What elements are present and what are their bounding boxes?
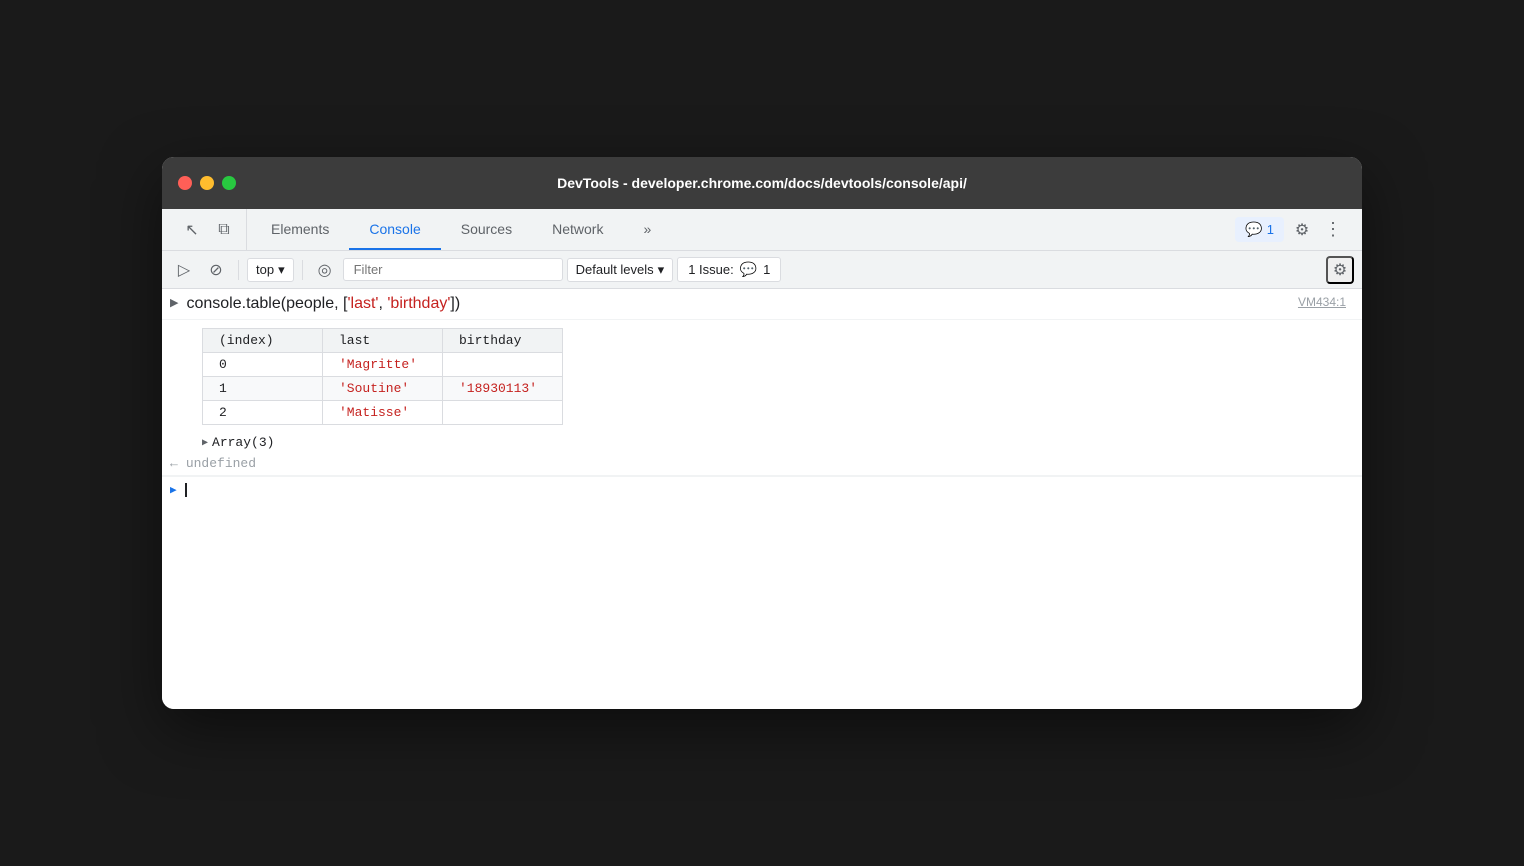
array-summary: ▶ Array(3) xyxy=(162,433,1362,452)
array-label: Array(3) xyxy=(212,435,274,450)
cell-birthday-0 xyxy=(443,353,563,377)
toolbar-divider xyxy=(238,260,239,280)
tab-elements[interactable]: Elements xyxy=(251,209,349,250)
tabs-right: 💬 1 ⚙ ⋮ xyxy=(1227,209,1354,250)
toolbar-divider-2 xyxy=(302,260,303,280)
settings-icon-btn[interactable]: ⚙ xyxy=(1288,216,1316,244)
cell-birthday-2 xyxy=(443,401,563,425)
cell-index-1: 1 xyxy=(203,377,323,401)
tab-console[interactable]: Console xyxy=(349,209,440,250)
table-row: 1 'Soutine' '18930113' xyxy=(203,377,563,401)
gear-icon: ⚙ xyxy=(1295,220,1309,240)
layers-icon-btn[interactable]: ⧉ xyxy=(210,216,238,244)
console-command-text: console.table(people, ['last', 'birthday… xyxy=(186,295,460,313)
eye-icon: ◎ xyxy=(318,260,332,280)
col-header-last: last xyxy=(323,329,443,353)
toolbar-icons: ↖ ⧉ xyxy=(170,209,247,250)
ban-icon-btn[interactable]: ⊘ xyxy=(202,256,230,284)
issue-badge-icon: 💬 xyxy=(740,261,757,278)
filter-input[interactable] xyxy=(343,258,563,281)
tab-more[interactable]: » xyxy=(623,209,671,250)
table-header-row: (index) last birthday xyxy=(203,329,563,353)
issues-button[interactable]: 1 Issue: 💬 1 xyxy=(677,257,781,282)
col-header-index: (index) xyxy=(203,329,323,353)
context-selector[interactable]: top ▾ xyxy=(247,258,294,282)
maximize-button[interactable] xyxy=(222,176,236,190)
message-icon: 💬 xyxy=(1245,221,1262,238)
cell-index-0: 0 xyxy=(203,353,323,377)
cell-index-2: 2 xyxy=(203,401,323,425)
cell-last-0: 'Magritte' xyxy=(323,353,443,377)
cursor-input-line[interactable]: ▶ xyxy=(162,476,1362,503)
log-levels-button[interactable]: Default levels ▾ xyxy=(567,258,674,282)
eye-icon-btn[interactable]: ◎ xyxy=(311,256,339,284)
tab-sources[interactable]: Sources xyxy=(441,209,532,250)
console-content: ▶ console.table(people, ['last', 'birthd… xyxy=(162,289,1362,709)
execute-icon: ▷ xyxy=(178,260,190,280)
chevron-down-icon-2: ▾ xyxy=(658,262,665,278)
ban-icon: ⊘ xyxy=(209,260,222,280)
col-header-birthday: birthday xyxy=(443,329,563,353)
input-caret: ▶ xyxy=(170,483,177,497)
console-table: (index) last birthday 0 'Magritte' 1 'So… xyxy=(202,328,563,425)
table-row: 2 'Matisse' xyxy=(203,401,563,425)
window-title: DevTools - developer.chrome.com/docs/dev… xyxy=(557,175,967,191)
cell-last-1: 'Soutine' xyxy=(323,377,443,401)
cursor-icon: ↖ xyxy=(185,220,198,240)
undefined-text: undefined xyxy=(186,456,256,471)
more-options-button[interactable]: ⋮ xyxy=(1320,219,1346,240)
tabs: Elements Console Sources Network » xyxy=(251,209,1227,250)
execute-icon-btn[interactable]: ▷ xyxy=(170,256,198,284)
console-command-line: ▶ console.table(people, ['last', 'birthd… xyxy=(162,289,1362,320)
undefined-line: ← undefined xyxy=(162,452,1362,476)
array-expand-arrow[interactable]: ▶ xyxy=(202,437,208,449)
left-arrow-icon: ← xyxy=(170,456,178,471)
chevron-down-icon: ▾ xyxy=(278,262,285,278)
minimize-button[interactable] xyxy=(200,176,214,190)
expand-arrow[interactable]: ▶ xyxy=(170,295,178,309)
console-table-wrapper: (index) last birthday 0 'Magritte' 1 'So… xyxy=(162,320,1362,433)
cell-last-2: 'Matisse' xyxy=(323,401,443,425)
devtools-window: DevTools - developer.chrome.com/docs/dev… xyxy=(162,157,1362,709)
issues-badge-button[interactable]: 💬 1 xyxy=(1235,217,1284,242)
layers-icon: ⧉ xyxy=(218,221,229,239)
tabs-bar: ↖ ⧉ Elements Console Sources Network » xyxy=(162,209,1362,251)
cell-birthday-1: '18930113' xyxy=(443,377,563,401)
traffic-lights xyxy=(178,176,236,190)
table-row: 0 'Magritte' xyxy=(203,353,563,377)
titlebar: DevTools - developer.chrome.com/docs/dev… xyxy=(162,157,1362,209)
text-cursor xyxy=(185,483,187,497)
gear-icon-2: ⚙ xyxy=(1333,260,1347,280)
vm-link[interactable]: VM434:1 xyxy=(1298,295,1354,309)
close-button[interactable] xyxy=(178,176,192,190)
cursor-icon-btn[interactable]: ↖ xyxy=(178,216,206,244)
console-toolbar: ▷ ⊘ top ▾ ◎ Default levels ▾ 1 Issue: 💬 … xyxy=(162,251,1362,289)
console-settings-button[interactable]: ⚙ xyxy=(1326,256,1354,284)
tab-network[interactable]: Network xyxy=(532,209,623,250)
